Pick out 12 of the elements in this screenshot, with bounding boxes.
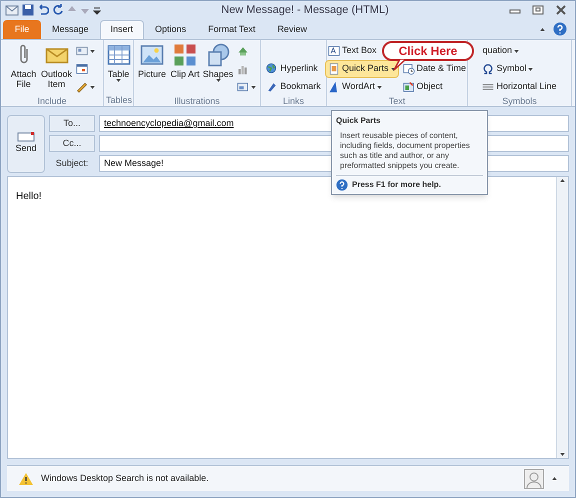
tooltip-text: Insert reusable pieces of content, including fields, document properties such as title and author, or any preformatted snippets you create. (339, 130, 471, 172)
group-label: Symbols (501, 96, 538, 107)
group-label: Links (282, 96, 305, 107)
window-title: New Message! - Message (HTML) (221, 2, 389, 18)
status-text: Windows Desktop Search is not available. (41, 472, 210, 485)
group-label: Illustrations (173, 96, 221, 107)
group-label: Tables (106, 95, 131, 106)
group-label: Include (36, 96, 68, 107)
group-label: Text (388, 96, 406, 107)
tooltip-help-text: Press F1 for more help. (352, 179, 441, 191)
tooltip-title: Quick Parts (335, 115, 382, 127)
field-label: Subject: (54, 156, 90, 170)
